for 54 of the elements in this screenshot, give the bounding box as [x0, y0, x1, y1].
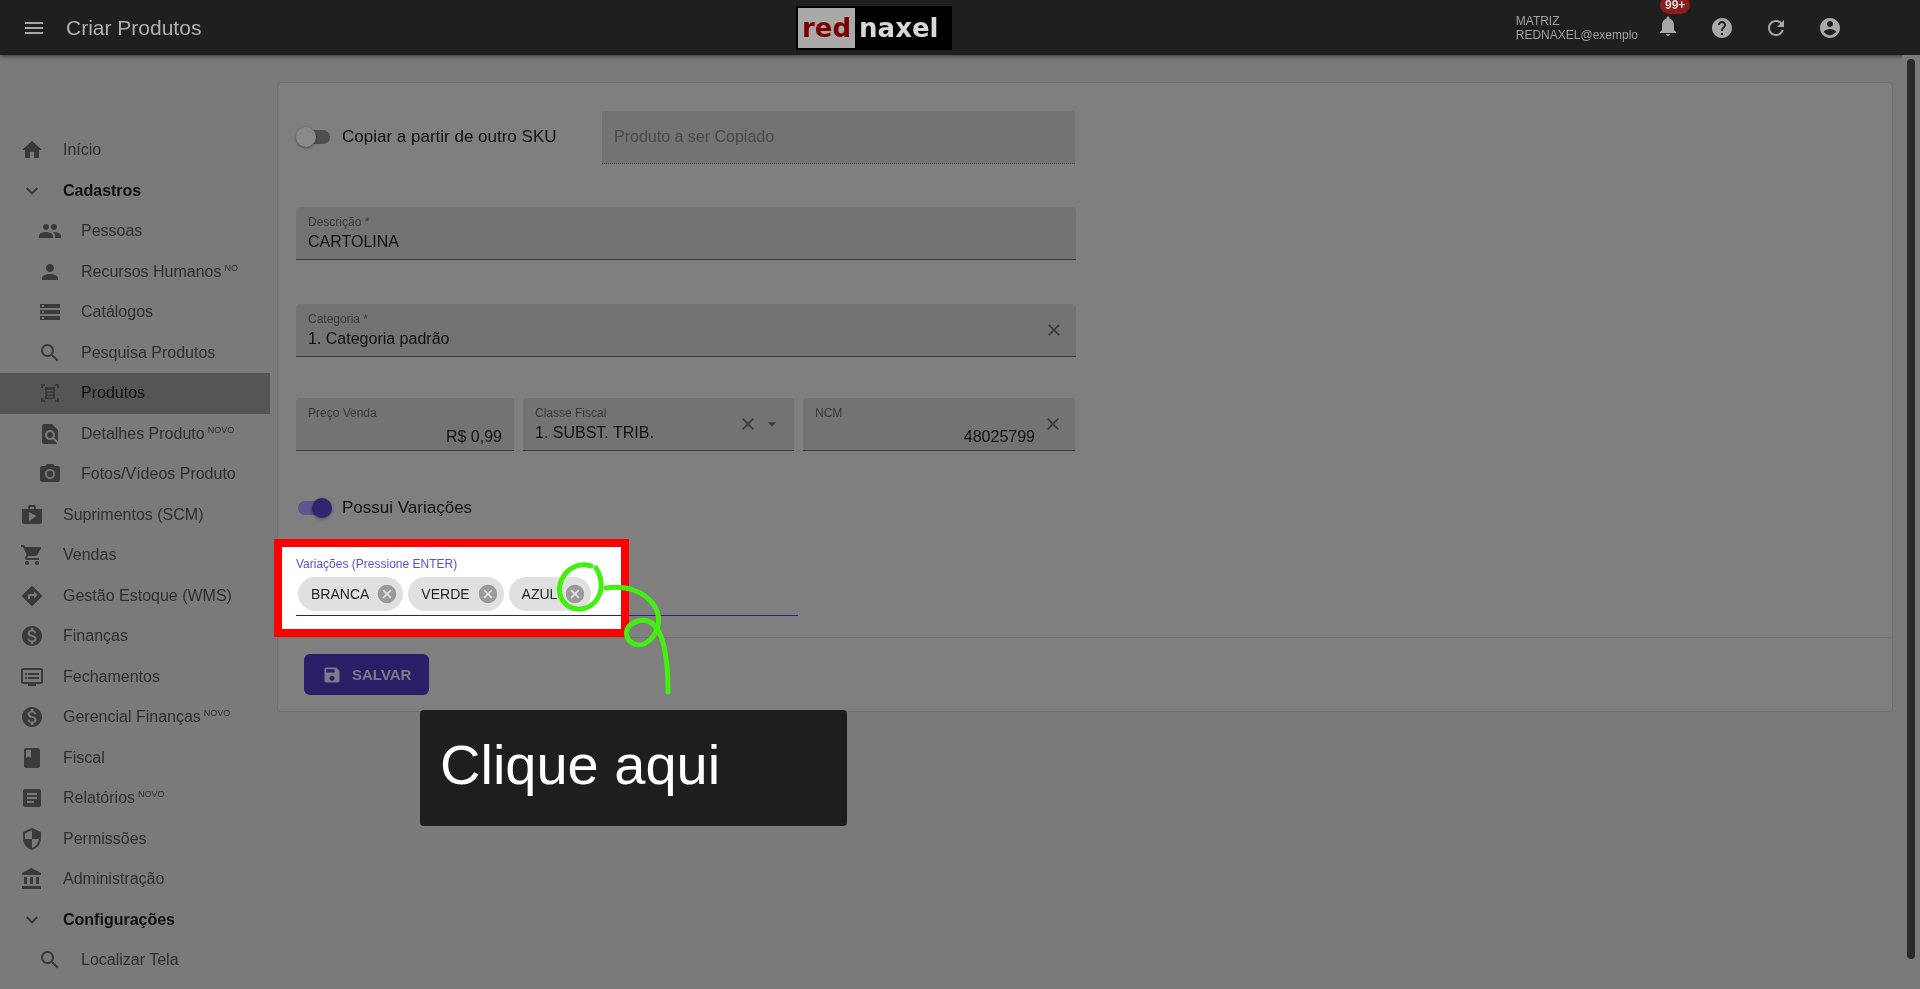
sidebar-item[interactable]: Cadastros: [0, 170, 270, 211]
toggle-switch[interactable]: [296, 498, 332, 518]
sidebar-item[interactable]: Configurações: [0, 899, 270, 940]
toggle-label: Possui Variações: [342, 498, 474, 518]
input-field[interactable]: Preço Venda R$ 0,99: [296, 398, 514, 451]
sidebar-item[interactable]: Pesquisa Produtos: [0, 332, 270, 373]
sidebar-item[interactable]: Localizar Tela: [0, 940, 270, 981]
logo: red naxel: [796, 5, 953, 50]
sidebar-item[interactable]: Permissões: [0, 818, 270, 859]
sidebar-item[interactable]: Fiscal: [0, 737, 270, 778]
variations-field[interactable]: Variações (Pressione ENTER) BRANCA VERDE AZUL: [296, 557, 621, 616]
sidebar-item[interactable]: Catálogos: [0, 292, 270, 333]
sidebar-item[interactable]: Recursos Humanos $^{NO}$: [0, 251, 270, 292]
sidebar-item[interactable]: Vendas: [0, 535, 270, 576]
chevron-icon: [26, 186, 38, 195]
chevron-icon: [26, 915, 38, 924]
toggle-switch[interactable]: [296, 127, 332, 147]
chip[interactable]: AZUL: [508, 577, 592, 611]
input-field[interactable]: Classe Fiscal 1. SUBST. TRIB.: [523, 398, 794, 451]
shield-icon: [20, 826, 44, 851]
dollar-icon: [20, 624, 44, 649]
sidebar-item[interactable]: Gestão Estoque (WMS): [0, 575, 270, 616]
diamond-arrow-icon: [20, 583, 44, 608]
sidebar-item[interactable]: Administração: [0, 859, 270, 900]
sidebar-item[interactable]: Suprimentos (SCM): [0, 494, 270, 535]
input-field[interactable]: NCM 48025799: [803, 398, 1075, 451]
bank-icon: [20, 867, 44, 892]
notification-badge: 99+: [1660, 0, 1691, 14]
remove-icon[interactable]: [376, 583, 399, 605]
dollar-icon: [20, 705, 44, 730]
remove-icon[interactable]: [476, 583, 499, 605]
sidebar-item[interactable]: Fechamentos: [0, 656, 270, 697]
sidebar-item[interactable]: Finanças: [0, 616, 270, 657]
sidebar-item[interactable]: Início: [0, 130, 270, 171]
cart-icon: [20, 543, 44, 568]
description-field[interactable]: Descrição * CARTOLINA: [296, 207, 1076, 260]
bag-icon: [20, 502, 44, 527]
sidebar-item[interactable]: Gerencial Finanças $^{NOVO}$: [0, 697, 270, 738]
chip[interactable]: VERDE: [408, 577, 504, 611]
sidebar-item[interactable]: Produtos: [0, 373, 270, 414]
sidebar-item[interactable]: Fotos/Vídeos Produto: [0, 454, 270, 495]
sidebar-item[interactable]: Pessoas: [0, 211, 270, 252]
callout: Clique aqui: [420, 710, 847, 826]
sidebar-item[interactable]: Detalhes Produto $^{NOVO}$: [0, 413, 270, 454]
remove-icon[interactable]: [564, 583, 587, 605]
help-icon[interactable]: [1710, 15, 1734, 40]
chip[interactable]: BRANCA: [298, 577, 404, 611]
account-icon[interactable]: [1818, 15, 1842, 40]
account-label: MATRIZ REDNAXEL@exemplo: [1515, 13, 1638, 42]
toggle-label: Copiar a partir de outro SKU: [342, 127, 558, 147]
category-field[interactable]: Categoria * 1. Categoria padrão: [296, 304, 1076, 357]
page-title: Criar Produtos: [66, 15, 203, 40]
sidebar-item[interactable]: Relatórios $^{NOVO}$: [0, 778, 270, 819]
save-button[interactable]: SALVAR: [304, 654, 430, 695]
